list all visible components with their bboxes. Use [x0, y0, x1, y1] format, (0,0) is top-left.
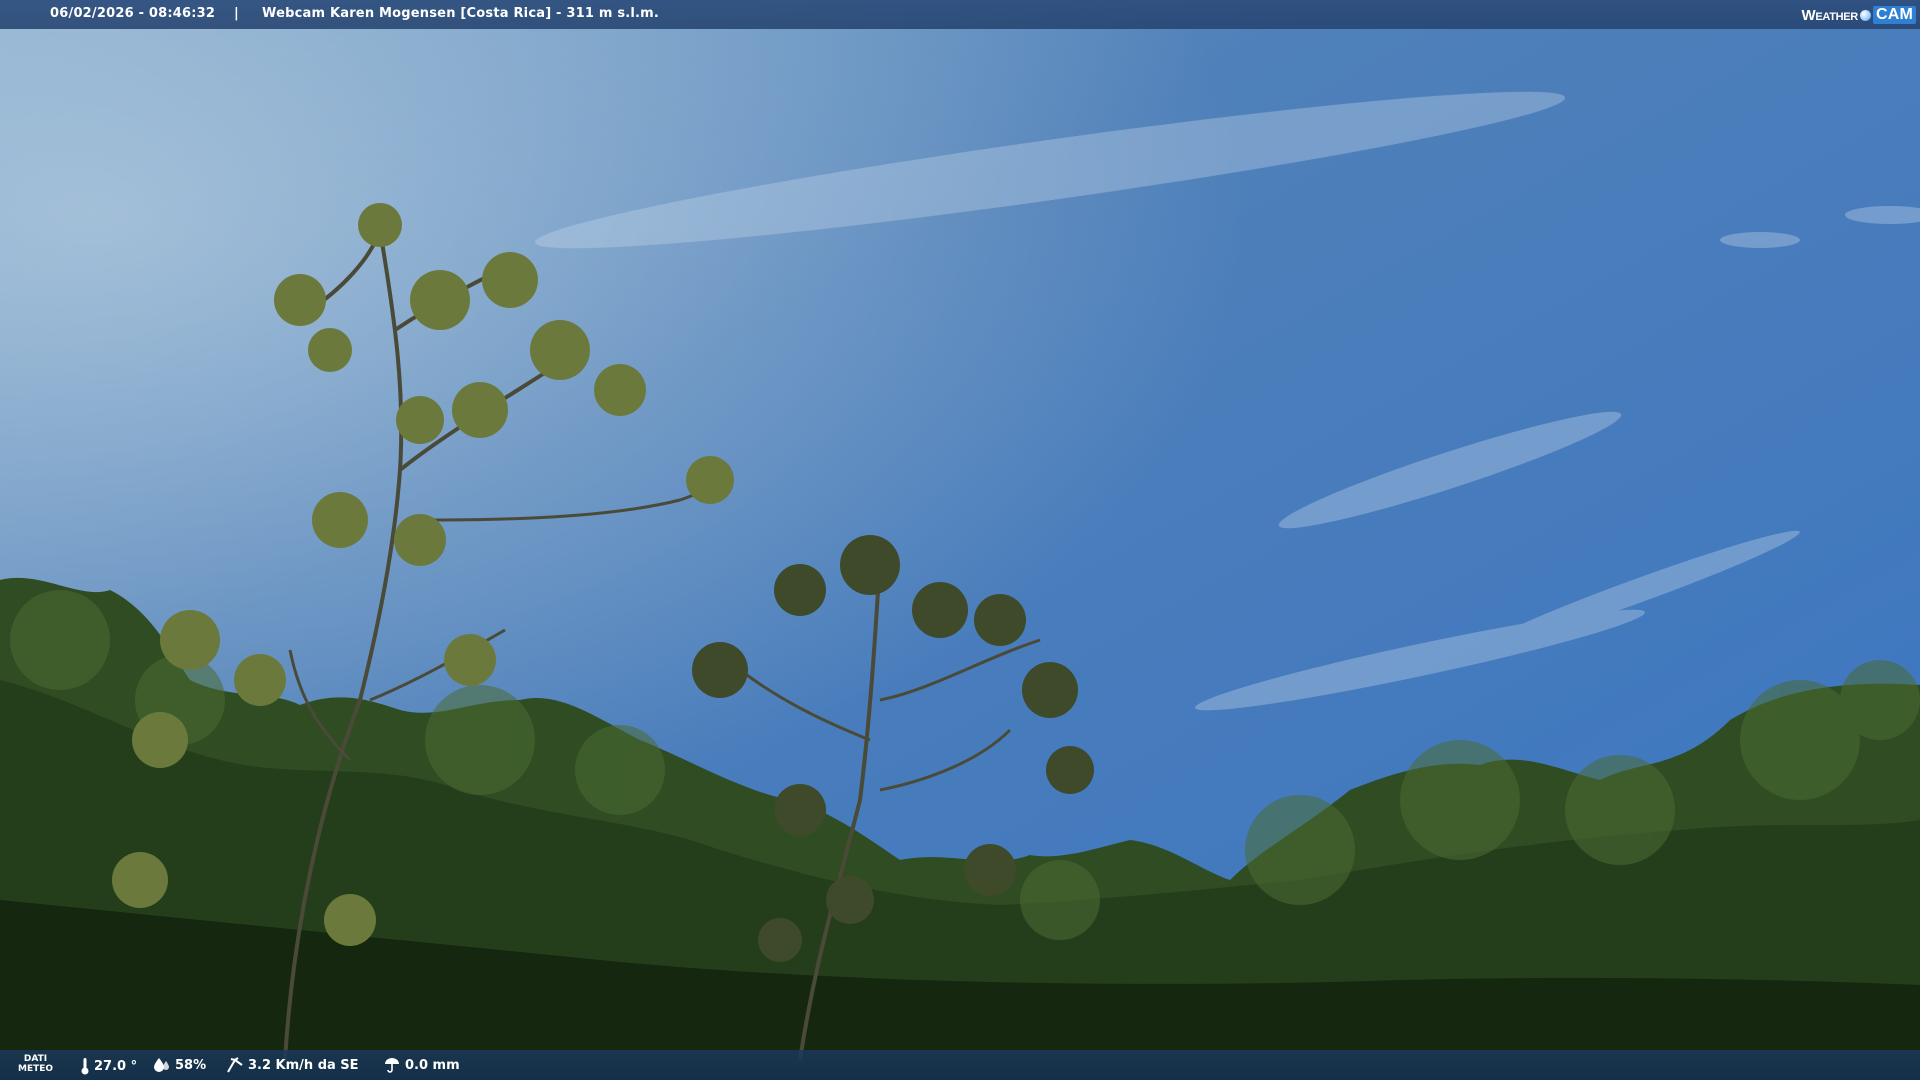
logo-text-cam: CAM: [1872, 6, 1916, 24]
logo-text-weather: Weather: [1801, 6, 1858, 24]
webcam-frame: 06/02/2026 - 08:46:32 | Webcam Karen Mog…: [0, 0, 1920, 1080]
wind-reading: 3.2 Km/h da SE: [226, 1057, 359, 1073]
thermometer-icon: [81, 1058, 89, 1075]
header-bar: 06/02/2026 - 08:46:32 | Webcam Karen Mog…: [0, 0, 1920, 29]
humidity-value: 58%: [175, 1057, 207, 1073]
rain-reading: 0.0 mm: [383, 1057, 460, 1073]
label-line-1: DATI: [23, 1054, 48, 1064]
weather-data-label: DATI METEO: [18, 1054, 53, 1074]
rain-icon: [385, 1058, 399, 1073]
wind-icon: [227, 1057, 243, 1073]
humidity-reading: 58%: [153, 1057, 206, 1073]
webcam-image: [0, 0, 1920, 1080]
temperature-value: 27.0 °: [94, 1058, 138, 1074]
weathercam-logo[interactable]: Weather CAM: [1801, 4, 1916, 26]
weather-data-bar: DATI METEO 27.0 ° 58% 3.2 Km/h da SE 0.0…: [0, 1050, 1920, 1080]
globe-icon: [1859, 9, 1871, 21]
humidity-icon: [154, 1058, 169, 1072]
header-separator: |: [234, 6, 239, 21]
timestamp: 06/02/2026 - 08:46:32: [50, 6, 216, 21]
wind-value: 3.2 Km/h da SE: [248, 1057, 359, 1073]
webcam-title: Webcam Karen Mogensen [Costa Rica] - 311…: [262, 6, 660, 21]
rain-value: 0.0 mm: [405, 1057, 460, 1073]
label-line-2: METEO: [18, 1064, 54, 1074]
temperature-reading: 27.0 °: [80, 1057, 137, 1075]
